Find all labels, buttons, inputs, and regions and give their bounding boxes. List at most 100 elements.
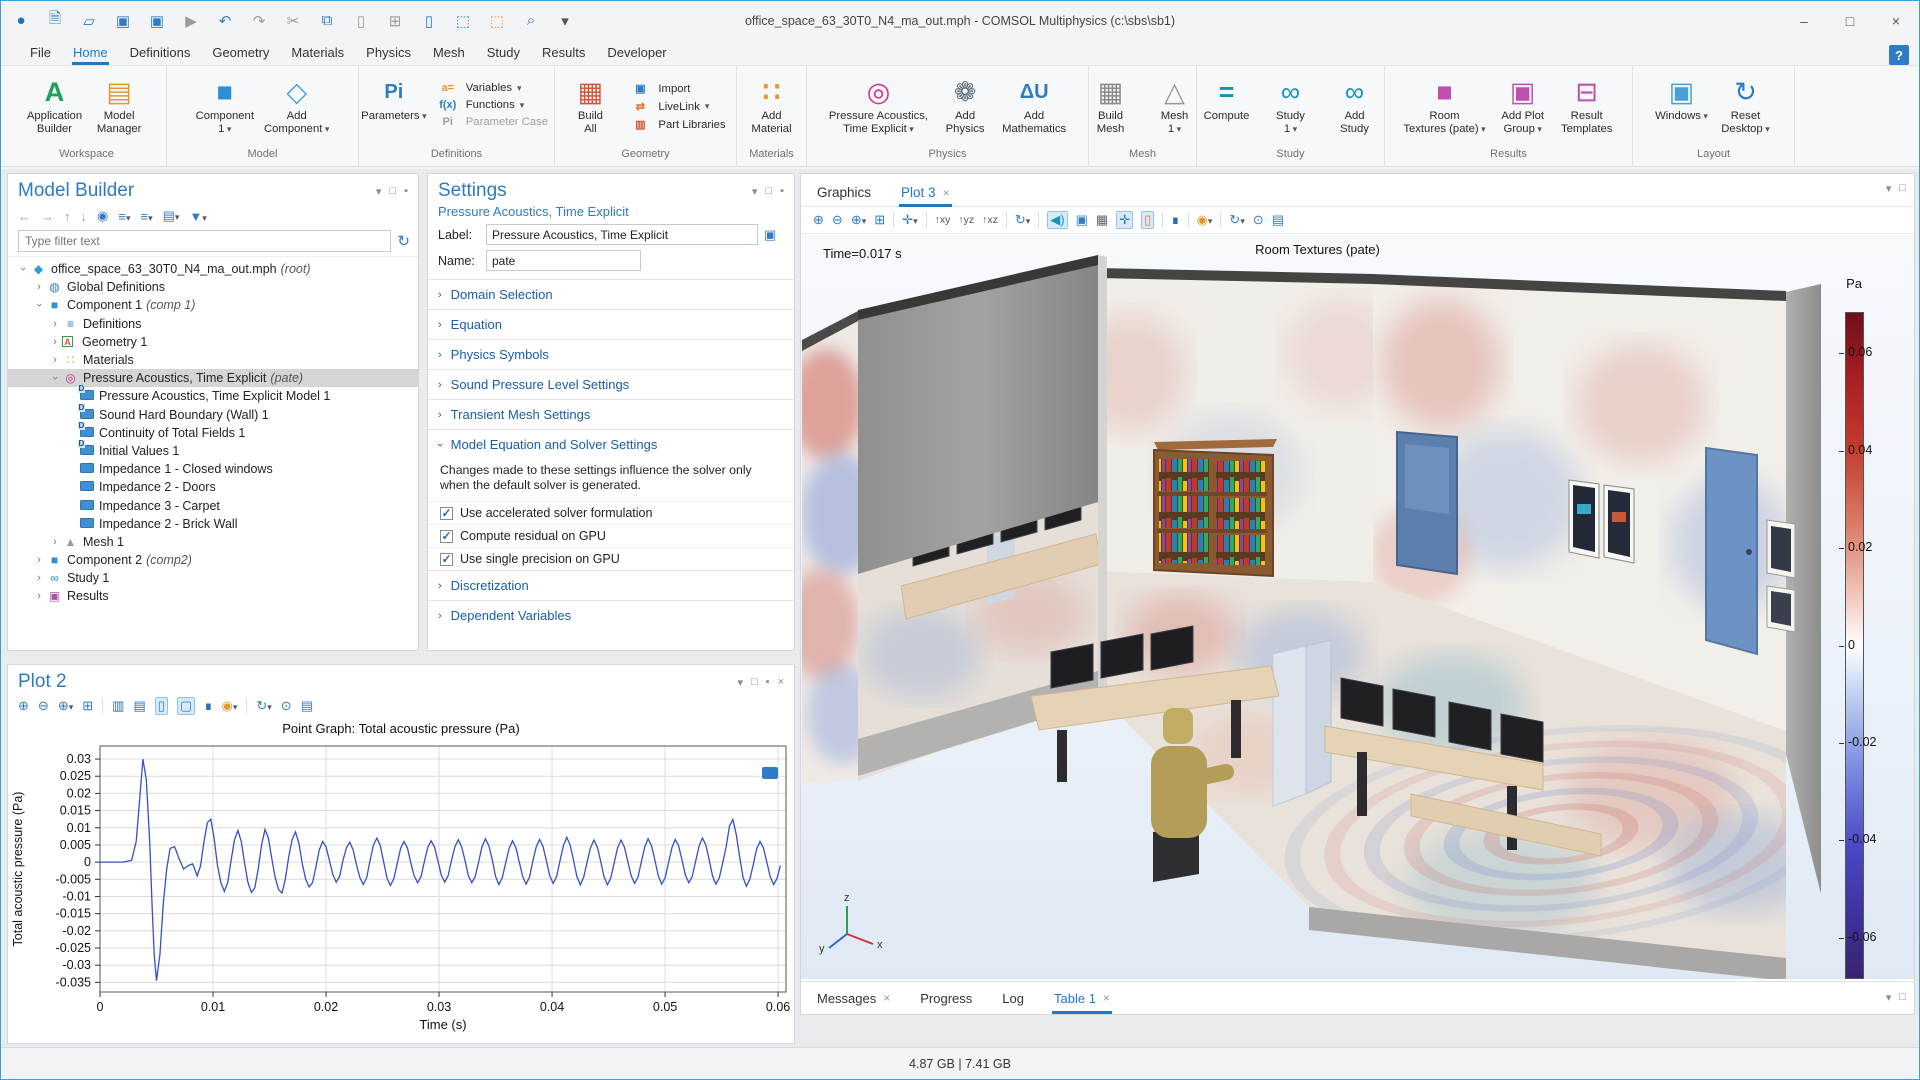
axes-icon[interactable]: ✛: [1116, 211, 1134, 229]
lock-icon[interactable]: ∎: [1171, 212, 1179, 228]
duplicate-icon[interactable]: ⊞: [385, 11, 405, 31]
close-button[interactable]: ×: [1873, 1, 1919, 40]
expander-icon[interactable]: ›: [17, 262, 29, 276]
checkbox[interactable]: ✓: [440, 529, 453, 543]
expander-icon[interactable]: ›: [48, 336, 62, 348]
import-button[interactable]: ▣ Import: [627, 82, 725, 96]
tab-graphics[interactable]: Graphics: [815, 179, 873, 206]
move-down-icon[interactable]: ↓: [81, 209, 88, 224]
tree-item[interactable]: Initial Values 1: [8, 439, 418, 460]
zoom-in-icon[interactable]: ⊕: [18, 698, 29, 714]
checkbox-row[interactable]: ✓ Use accelerated solver formulation: [428, 501, 794, 524]
plot-window-icon[interactable]: [762, 767, 778, 779]
tree-item[interactable]: › ◍ Global Definitions: [8, 278, 418, 296]
add-plot-group-button[interactable]: ▣ Add Plot Group ▾: [1492, 72, 1554, 138]
refresh-icon[interactable]: ↻: [397, 232, 410, 250]
cut-icon[interactable]: ✂: [283, 11, 303, 31]
move-up-icon[interactable]: ↑: [64, 209, 71, 224]
color-palette-icon[interactable]: ◉▾: [1197, 212, 1213, 228]
expand-all-icon[interactable]: ≡▾: [118, 209, 130, 224]
expander-icon[interactable]: ›: [33, 298, 45, 312]
tree-item[interactable]: Continuity of Total Fields 1: [8, 421, 418, 442]
redo-icon[interactable]: ↷: [249, 11, 269, 31]
zoom-box-icon[interactable]: ⊕▾: [851, 212, 866, 228]
menu-physics[interactable]: Physics: [355, 41, 422, 64]
room-textures-button[interactable]: ■ Room Textures (pate) ▾: [1399, 72, 1489, 138]
tree-item[interactable]: Impedance 3 - Carpet: [8, 496, 418, 514]
part-libraries-button[interactable]: ▥ Part Libraries: [627, 118, 725, 132]
panel-menu-icon[interactable]: ▾: [752, 185, 758, 198]
checkbox[interactable]: ✓: [440, 552, 453, 566]
add-study-button[interactable]: ∞ Add Study: [1324, 72, 1386, 138]
zoom-in-icon[interactable]: ⊕: [813, 212, 824, 228]
zoom-extents-icon[interactable]: ⊞: [874, 212, 885, 228]
collapse-all-icon[interactable]: ≡▾: [140, 209, 152, 224]
panel-menu-icon[interactable]: ▾: [376, 185, 382, 198]
tree-item[interactable]: Impedance 2 - Brick Wall: [8, 515, 418, 533]
filter-icon[interactable]: ▼▾: [189, 209, 206, 224]
x-grid-icon[interactable]: ▥: [112, 698, 124, 714]
study-button[interactable]: ∞ Study 1 ▾: [1260, 72, 1322, 138]
menu-study[interactable]: Study: [476, 41, 531, 64]
close-icon[interactable]: ×: [778, 676, 784, 689]
section-discretization[interactable]: › Discretization: [428, 570, 794, 600]
component-button[interactable]: ■ Component 1 ▾: [192, 72, 258, 138]
checkbox-row[interactable]: ✓ Use single precision on GPU: [428, 547, 794, 570]
tree-item[interactable]: Pressure Acoustics, Time Explicit Model …: [8, 385, 418, 405]
tree-item[interactable]: › ▲ Mesh 1: [8, 533, 418, 551]
rename-icon[interactable]: ▣: [764, 227, 776, 243]
menu-geometry[interactable]: Geometry: [201, 41, 280, 64]
save-icon[interactable]: ▣: [113, 11, 133, 31]
close-tab-icon[interactable]: ×: [943, 186, 950, 200]
tree-item[interactable]: › ■ Component 2 (comp2): [8, 551, 418, 569]
delete-icon[interactable]: ▯: [419, 11, 439, 31]
expander-icon[interactable]: ›: [32, 590, 46, 602]
expander-icon[interactable]: ›: [32, 554, 46, 566]
open-file-icon[interactable]: ▱: [79, 11, 99, 31]
view-yz-icon[interactable]: ↑yz: [958, 214, 974, 226]
tree-item[interactable]: › ∞ Study 1: [8, 569, 418, 587]
zoom-box-icon[interactable]: ⊕▾: [58, 698, 73, 714]
graphics-view[interactable]: z x y Time=0.017 s Room Textures (pate) …: [801, 234, 1914, 981]
section-dependent-variables[interactable]: › Dependent Variables: [428, 600, 794, 630]
section-equation[interactable]: › Equation: [428, 309, 794, 339]
add-physics-button[interactable]: ❁ Add Physics: [934, 72, 996, 138]
tree-item[interactable]: › ▣ Results: [8, 587, 418, 605]
functions-button[interactable]: f(x) Functions ▾: [435, 99, 548, 111]
tree-item[interactable]: › ∷ Materials: [8, 351, 418, 369]
comsol-logo-icon[interactable]: ●: [11, 11, 31, 31]
tab-progress[interactable]: Progress: [918, 984, 974, 1013]
add-component-button[interactable]: ◇ Add Component ▾: [260, 72, 333, 138]
menu-mesh[interactable]: Mesh: [422, 41, 476, 64]
model-tree-node-icon[interactable]: ▤▾: [163, 208, 180, 224]
run-icon[interactable]: ▶: [181, 11, 201, 31]
grid-icon[interactable]: ▦: [1096, 212, 1108, 228]
menu-developer[interactable]: Developer: [596, 41, 677, 64]
y-grid-icon[interactable]: ▤: [133, 698, 145, 714]
scene-icon[interactable]: ▣: [1076, 212, 1088, 228]
tree-item[interactable]: › ◎ Pressure Acoustics, Time Explicit (pate…: [8, 369, 418, 388]
zoom-extents-icon[interactable]: ⊞: [82, 698, 93, 714]
select-icon[interactable]: ⬚: [453, 11, 473, 31]
paste-icon[interactable]: ▯: [351, 11, 371, 31]
print-icon[interactable]: ▤: [301, 698, 313, 714]
checkbox[interactable]: ✓: [440, 506, 453, 520]
float-icon[interactable]: □: [389, 185, 396, 198]
snapshot-icon[interactable]: ⊙: [281, 698, 292, 714]
expander-icon[interactable]: ›: [48, 354, 62, 366]
sound-icon[interactable]: ◀): [1047, 211, 1068, 229]
tree-item[interactable]: › ≡ Definitions: [8, 315, 418, 333]
pressure-acoustics-button[interactable]: ◎ Pressure Acoustics, Time Explicit ▾: [825, 72, 932, 138]
tree-filter-input[interactable]: [18, 230, 392, 252]
snapshot-icon[interactable]: ⊙: [1253, 212, 1264, 228]
tab-messages[interactable]: Messages ×: [815, 984, 892, 1013]
close-tab-icon[interactable]: ×: [883, 991, 890, 1005]
view-xz-icon[interactable]: ↑xz: [982, 214, 998, 226]
go-to-view-icon[interactable]: ✛▾: [902, 212, 917, 228]
add-material-button[interactable]: ∷ Add Material: [741, 72, 803, 138]
tree-item[interactable]: Sound Hard Boundary (Wall) 1: [8, 403, 418, 424]
section-sound-pressure-level-settings[interactable]: › Sound Pressure Level Settings: [428, 369, 794, 399]
forward-icon[interactable]: →: [41, 209, 54, 224]
rotate-icon[interactable]: ↻▾: [1015, 212, 1030, 228]
expander-icon[interactable]: ›: [48, 536, 62, 548]
